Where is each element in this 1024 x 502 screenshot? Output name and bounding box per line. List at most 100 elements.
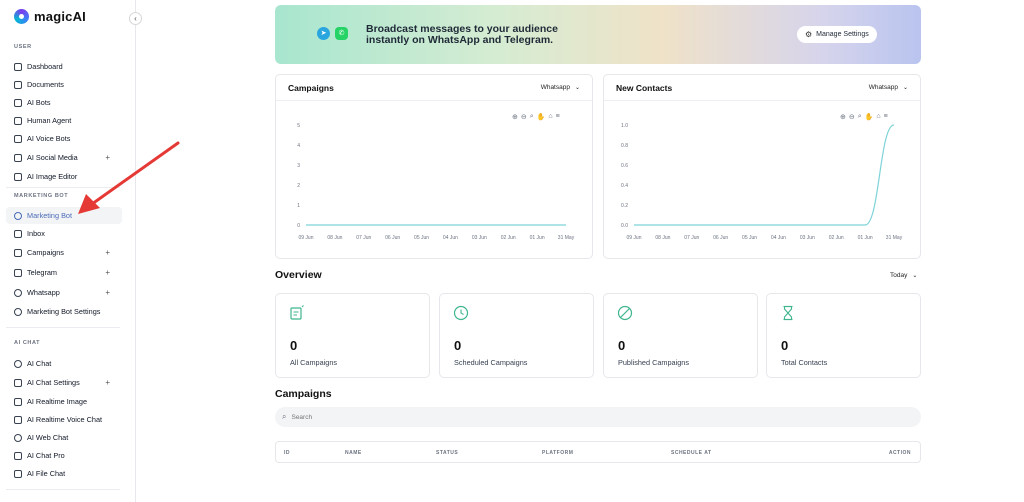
x-tick-label: 01 Jun — [530, 235, 545, 241]
sidebar-item-ai-realtime-image[interactable]: AI Realtime Image — [6, 393, 122, 410]
card-header: Campaigns Whatsapp ⌄ — [276, 75, 592, 101]
sidebar-item-dashboard[interactable]: Dashboard — [6, 58, 122, 75]
overview-range-select[interactable]: Today ⌄ — [890, 272, 917, 279]
hourglass-icon — [783, 305, 793, 321]
column-header-name[interactable]: NAME — [345, 450, 362, 456]
broadcast-banner: ➤ ✆ Broadcast messages to your audience … — [275, 5, 921, 64]
expand-plus-icon[interactable]: + — [105, 248, 110, 257]
contacts-chart-card: New Contacts Whatsapp ⌄ ⊕ ⊖ ⌕ ✋ ⌂ ≡ 1.0 0.… — [603, 74, 921, 259]
x-tick-label: 05 Jun — [414, 235, 429, 241]
sidebar-item-marketing-bot[interactable]: Marketing Bot — [6, 207, 122, 224]
section-label-user: USER — [14, 44, 32, 50]
brand-name: magicAI — [34, 9, 86, 24]
sidebar-item-whatsapp[interactable]: Whatsapp + — [6, 284, 122, 301]
brand[interactable]: magicAI — [14, 9, 86, 24]
sidebar-item-ai-chat[interactable]: AI Chat — [6, 355, 122, 372]
x-tick-label: 06 Jun — [385, 235, 400, 241]
manage-settings-button[interactable]: ⚙ Manage Settings — [797, 26, 877, 43]
image-edit-icon — [14, 172, 22, 181]
overview-title: Overview — [275, 269, 322, 281]
stat-card-published-campaigns: 0 Published Campaigns — [603, 293, 758, 378]
campaign-search-box: ⌕ — [275, 407, 921, 427]
sidebar-item-documents[interactable]: Documents — [6, 76, 122, 93]
sidebar-item-ai-chat-pro[interactable]: AI Chat Pro — [6, 447, 122, 464]
expand-plus-icon[interactable]: + — [105, 288, 110, 297]
campaigns-platform-select[interactable]: Whatsapp ⌄ — [541, 84, 580, 91]
checklist-icon — [290, 305, 304, 320]
y-tick-label: 2 — [297, 183, 300, 189]
column-header-status[interactable]: STATUS — [436, 450, 458, 456]
stat-card-scheduled-campaigns: 0 Scheduled Campaigns — [439, 293, 594, 378]
y-tick-label: 0.6 — [621, 163, 628, 169]
x-tick-label: 09 Jun — [298, 235, 313, 241]
sidebar-item-label: Campaigns — [27, 248, 64, 257]
sidebar-item-marketing-bot-settings[interactable]: Marketing Bot Settings — [6, 303, 122, 320]
x-tick-label: 03 Jun — [800, 235, 815, 241]
sidebar-item-label: AI Voice Bots — [27, 134, 71, 143]
sidebar-item-human-agent[interactable]: Human Agent — [6, 112, 122, 129]
y-tick-label: 0.2 — [621, 203, 628, 209]
y-tick-label: 0 — [297, 223, 300, 229]
sidebar-item-ai-file-chat[interactable]: AI File Chat — [6, 465, 122, 482]
sidebar-item-label: AI Bots — [27, 98, 51, 107]
x-tick-label: 05 Jun — [742, 235, 757, 241]
sidebar-item-ai-image-editor[interactable]: AI Image Editor — [6, 168, 122, 185]
sidebar-item-ai-voice-bots[interactable]: AI Voice Bots — [6, 130, 122, 147]
contacts-platform-select[interactable]: Whatsapp ⌄ — [869, 84, 908, 91]
x-tick-label: 07 Jun — [684, 235, 699, 241]
expand-plus-icon[interactable]: + — [105, 378, 110, 387]
x-tick-label: 01 Jun — [858, 235, 873, 241]
stat-label: Scheduled Campaigns — [454, 358, 528, 367]
column-header-id[interactable]: ID — [284, 450, 290, 456]
sidebar-item-ai-chat-settings[interactable]: AI Chat Settings + — [6, 374, 122, 391]
column-header-action[interactable]: ACTION — [889, 450, 911, 456]
sidebar-item-label: AI Web Chat — [27, 433, 69, 442]
sidebar-item-ai-realtime-voice-chat[interactable]: AI Realtime Voice Chat — [6, 411, 122, 428]
y-tick-label: 0.0 — [621, 223, 628, 229]
section-label-ai-chat: AI CHAT — [14, 340, 41, 346]
sidebar-item-label: AI File Chat — [27, 469, 66, 478]
stat-label: All Campaigns — [290, 358, 338, 367]
document-icon — [14, 80, 22, 89]
sidebar-item-label: AI Realtime Voice Chat — [27, 415, 103, 424]
manage-settings-label: Manage Settings — [816, 31, 869, 38]
sidebar-item-label: AI Social Media — [27, 153, 78, 162]
sidebar-item-label: Inbox — [27, 229, 45, 238]
sidebar-item-campaigns[interactable]: Campaigns + — [6, 244, 122, 261]
column-header-platform[interactable]: PLATFORM — [542, 450, 573, 456]
search-input[interactable] — [291, 413, 892, 421]
search-icon: ⌕ — [282, 412, 287, 421]
chat-settings-icon — [14, 378, 22, 387]
x-tick-label: 08 Jun — [655, 235, 670, 241]
settings-icon — [14, 307, 22, 316]
sidebar-item-label: AI Chat — [27, 359, 52, 368]
whatsapp-icon — [14, 288, 22, 297]
x-tick-label: 04 Jun — [771, 235, 786, 241]
clock-icon — [453, 305, 469, 321]
sidebar-item-ai-web-chat[interactable]: AI Web Chat — [6, 429, 122, 446]
globe-icon — [14, 433, 22, 442]
stat-label: Total Contacts — [781, 358, 828, 367]
x-tick-label: 04 Jun — [443, 235, 458, 241]
sidebar-item-label: AI Realtime Image — [27, 397, 88, 406]
column-header-schedule-at[interactable]: SCHEDULE AT — [671, 450, 712, 456]
sidebar-item-inbox[interactable]: Inbox — [6, 225, 122, 242]
stat-label: Published Campaigns — [618, 358, 689, 367]
voice-icon — [14, 134, 22, 143]
x-tick-label: 07 Jun — [356, 235, 371, 241]
series-line — [634, 124, 895, 226]
sidebar-item-label: Marketing Bot — [27, 211, 73, 220]
x-tick-label: 02 Jun — [829, 235, 844, 241]
sidebar-item-ai-bots[interactable]: AI Bots — [6, 94, 122, 111]
card-header: New Contacts Whatsapp ⌄ — [604, 75, 920, 101]
message-icon — [14, 116, 22, 125]
contacts-line-chart: 1.0 0.8 0.6 0.4 0.2 0.0 09 Jun 08 Jun 07 Jun 06 J… — [621, 123, 903, 241]
campaigns-chart-title: Campaigns — [288, 83, 334, 93]
sidebar-collapse-button[interactable]: ‹ — [129, 12, 142, 25]
expand-plus-icon[interactable]: + — [105, 153, 110, 162]
sidebar-item-telegram[interactable]: Telegram + — [6, 264, 122, 281]
expand-plus-icon[interactable]: + — [105, 268, 110, 277]
y-tick-label: 5 — [297, 123, 300, 129]
x-tick-label: 08 Jun — [327, 235, 342, 241]
sidebar-item-ai-social-media[interactable]: AI Social Media + — [6, 149, 122, 166]
